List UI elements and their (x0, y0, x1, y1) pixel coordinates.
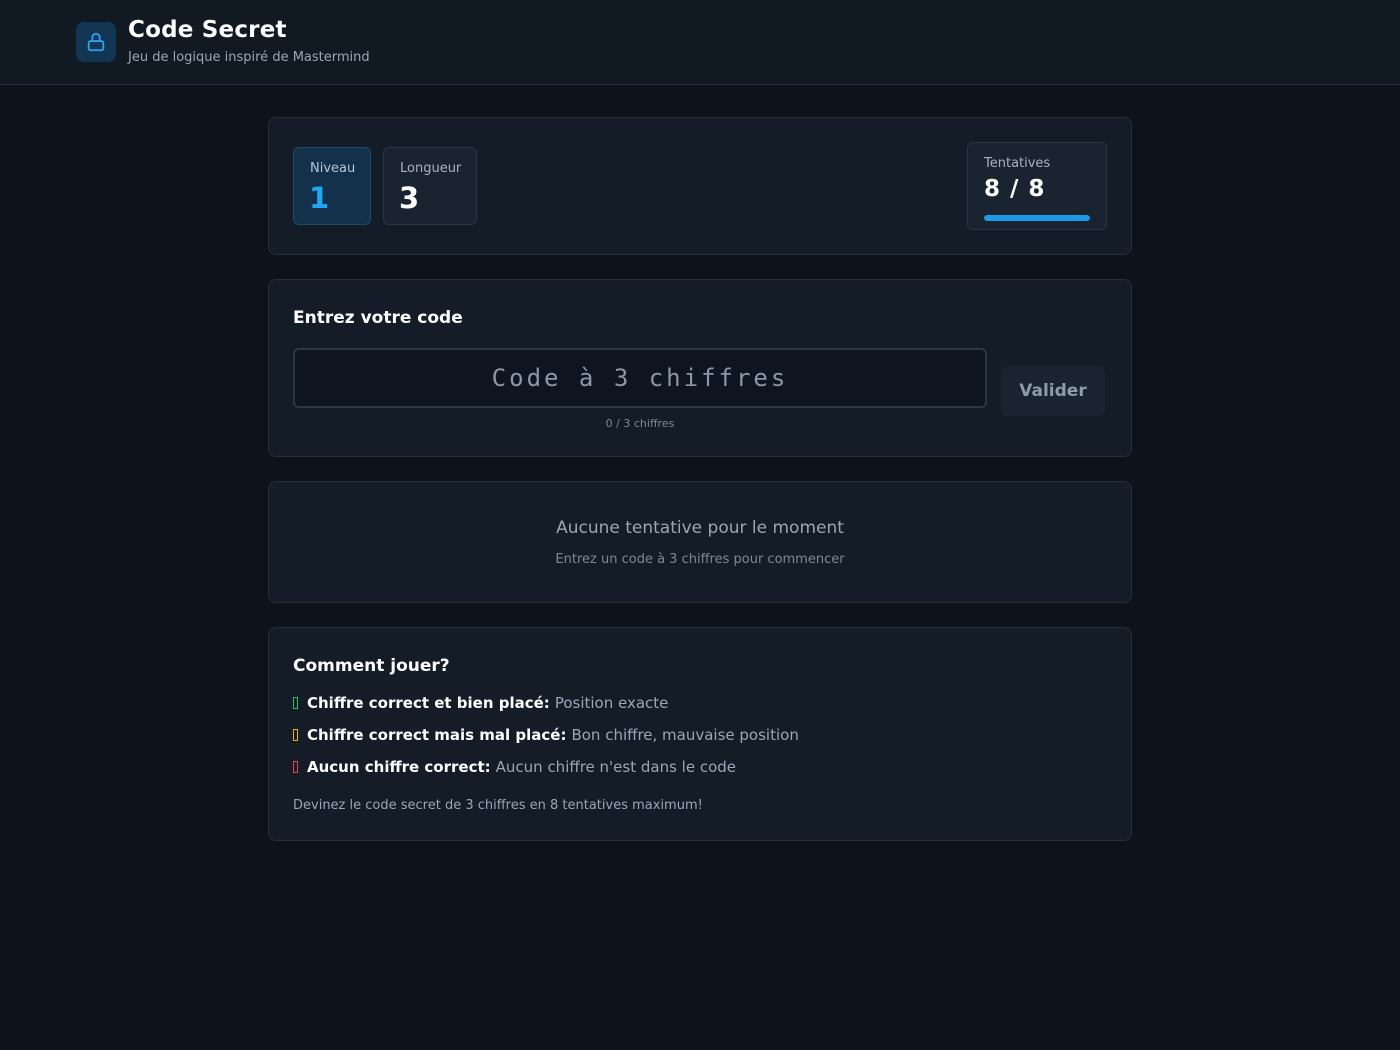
rule-correct-misplaced: Chiffre correct mais mal placé: Bon chif… (293, 726, 799, 744)
level-value: 1 (309, 181, 330, 215)
rule-none-correct: Aucun chiffre correct: Aucun chiffre n'e… (293, 758, 736, 776)
stats-card: Niveau 1 Longueur 3 Tentatives 8 / 8 (268, 117, 1132, 255)
rule-label: Aucun chiffre correct: (307, 758, 491, 776)
level-stat: Niveau 1 (293, 147, 371, 225)
length-stat: Longueur 3 (383, 147, 477, 225)
empty-state-title: Aucune tentative pour le moment (556, 518, 844, 538)
app-header: Code Secret Jeu de logique inspiré de Ma… (0, 0, 1400, 85)
how-to-play-card: Comment jouer? Chiffre correct et bien p… (268, 627, 1132, 841)
app-title: Code Secret (128, 17, 287, 43)
yellow-marker-icon (293, 729, 298, 741)
code-input[interactable] (293, 348, 987, 408)
attempts-value: 8 / 8 (984, 176, 1046, 202)
level-label: Niveau (310, 161, 356, 176)
length-value: 3 (399, 181, 420, 215)
red-marker-icon (293, 761, 298, 773)
help-footer: Devinez le code secret de 3 chiffres en … (293, 798, 703, 813)
attempts-label: Tentatives (984, 156, 1051, 171)
rule-label: Chiffre correct et bien placé: (307, 694, 550, 712)
rule-description: Bon chiffre, mauvaise position (571, 726, 799, 744)
how-to-play-title: Comment jouer? (293, 656, 450, 676)
validate-button[interactable]: Valider (1001, 366, 1105, 416)
app-subtitle: Jeu de logique inspiré de Mastermind (128, 50, 370, 65)
attempts-progress-bar (984, 215, 1090, 221)
attempts-stat: Tentatives 8 / 8 (967, 142, 1107, 230)
logo-badge (76, 22, 116, 62)
attempts-history-card: Aucune tentative pour le moment Entrez u… (268, 481, 1132, 603)
attempts-progress-fill (984, 215, 1090, 221)
lock-icon (87, 32, 105, 52)
rule-description: Aucun chiffre n'est dans le code (495, 758, 736, 776)
rule-correct-placed: Chiffre correct et bien placé: Position … (293, 694, 668, 712)
length-label: Longueur (400, 161, 462, 176)
empty-state-subtitle: Entrez un code à 3 chiffres pour commenc… (555, 552, 845, 567)
digit-counter: 0 / 3 chiffres (605, 417, 675, 430)
rule-description: Position exacte (554, 694, 669, 712)
rule-label: Chiffre correct mais mal placé: (307, 726, 567, 744)
green-marker-icon (293, 697, 298, 709)
code-entry-title: Entrez votre code (293, 308, 463, 328)
code-entry-card: Entrez votre code Valider 0 / 3 chiffres (268, 279, 1132, 457)
